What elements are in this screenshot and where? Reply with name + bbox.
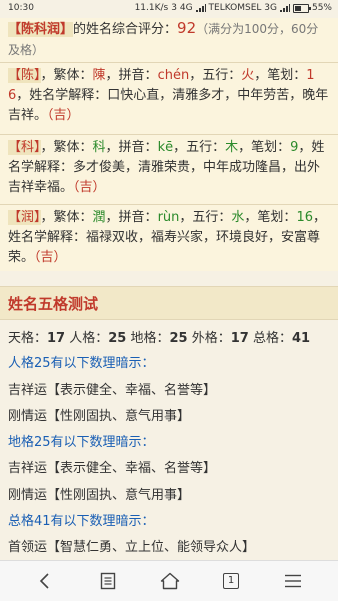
char1-trad: 陳 <box>92 68 106 83</box>
char3-trad-label: ，繁体： <box>40 210 93 225</box>
char1-wuxing: 火 <box>241 68 255 83</box>
char3-strokes: 16 <box>296 210 313 225</box>
wuge-line: 人格25有以下数理暗示： <box>8 356 155 371</box>
wuge-scores: 天格：17 人格：25 地格：25 外格：17 总格：41 <box>8 330 310 348</box>
wuge-section-header: 姓名五格测试 <box>0 286 338 320</box>
char2-trad: 科 <box>92 140 106 155</box>
char3-strokes-label: ，笔划： <box>244 210 297 225</box>
ren-label: 人格： <box>69 331 109 346</box>
wuge-title: 姓名五格测试 <box>8 295 99 313</box>
char2-luck: （吉） <box>73 180 106 195</box>
char-entry-2: 【科】，繁体：科，拼音：kē，五行：木，笔划：9，姓名学解释：多才俊美，清雅荣贵… <box>8 138 330 198</box>
back-button[interactable] <box>20 561 70 601</box>
tian-label: 天格： <box>8 331 48 346</box>
status-time: 10:30 <box>8 3 34 13</box>
char1-strokes-label: ，笔划： <box>254 68 307 83</box>
tian-value: 17 <box>47 331 66 346</box>
char2-pinyin-label: ，拼音： <box>105 140 158 155</box>
wuge-line: 首领运【智慧仁勇、立上位、能领导众人】 <box>8 540 256 555</box>
char2-wuxing: 木 <box>225 140 239 155</box>
wuge-line: 吉祥运【表示健全、幸福、名誉等】 <box>8 383 217 398</box>
summary-score: 92 <box>177 19 197 37</box>
char1-wuxing-label: ，五行： <box>189 68 242 83</box>
zong-label: 总格： <box>253 331 293 346</box>
char-entry-1: 【陈】，繁体：陳，拼音：chén，五行：火，笔划：16，姓名学解释：口快心直，清… <box>8 66 330 126</box>
wai-value: 17 <box>230 331 249 346</box>
status-speed: 11.1K/s <box>134 3 169 13</box>
char1-pinyin: chén <box>157 68 190 83</box>
wuge-line: 刚情运【性刚固执、意气用事】 <box>8 488 191 503</box>
battery-icon <box>292 3 311 13</box>
name-analysis-card: 【陈科润】的姓名综合评分：92（满分为100分，60分及格） 【陈】，繁体：陳，… <box>0 18 338 271</box>
char2-pinyin: kē <box>157 140 174 155</box>
reader-button[interactable] <box>83 561 133 601</box>
home-icon <box>160 572 180 590</box>
char3-name: 【润】 <box>8 210 41 225</box>
char3-pinyin-label: ，拼音： <box>105 210 158 225</box>
summary-text1: 的姓名综合评分： <box>73 22 178 37</box>
zong-value: 41 <box>292 331 311 346</box>
divider <box>0 62 338 63</box>
char3-wuxing-label: ，五行： <box>179 210 232 225</box>
summary-paragraph: 【陈科润】的姓名综合评分：92（满分为100分，60分及格） <box>8 18 330 61</box>
char-entry-3: 【润】，繁体：潤，拼音：rùn，五行：水，笔划：16，姓名学解释：福禄双收，福寿… <box>8 208 330 268</box>
status-network: 3 4G <box>171 3 193 13</box>
char2-trad-label: ，繁体： <box>40 140 93 155</box>
char1-pinyin-label: ，拼音： <box>105 68 158 83</box>
menu-button[interactable] <box>268 561 318 601</box>
summary-name: 【陈科润】 <box>8 22 74 37</box>
char2-strokes-label: ，笔划： <box>238 140 291 155</box>
wuge-line: 刚情运【性刚固执、意气用事】 <box>8 409 191 424</box>
wuge-line: 吉祥运【表示健全、幸福、名誉等】 <box>8 461 217 476</box>
signal-icon <box>195 4 206 12</box>
char3-luck: （吉） <box>34 250 67 265</box>
tabs-button[interactable]: 1 <box>206 561 256 601</box>
char1-luck: （吉） <box>47 108 80 123</box>
home-button[interactable] <box>145 561 195 601</box>
signal-icon-2 <box>279 4 290 12</box>
ren-value: 25 <box>108 331 127 346</box>
status-carrier: TELKOMSEL 3G <box>208 3 277 13</box>
char2-name: 【科】 <box>8 140 41 155</box>
status-battery: 55% <box>311 3 332 13</box>
wuge-line: 地格25有以下数理暗示： <box>8 435 155 450</box>
char1-name: 【陈】 <box>8 68 41 83</box>
wuge-line: 总格41有以下数理暗示： <box>8 514 155 529</box>
status-bar: 10:30 11.1K/s 3 4G TELKOMSEL 3G 55% <box>0 0 338 18</box>
menu-icon <box>285 574 301 588</box>
reader-icon <box>100 572 116 590</box>
divider <box>0 134 338 135</box>
back-icon <box>39 573 49 589</box>
char3-trad: 潤 <box>92 210 106 225</box>
browser-nav-bar: 1 <box>0 560 338 601</box>
tab-count: 1 <box>223 573 239 589</box>
status-right: 11.1K/s 3 4G TELKOMSEL 3G 55% <box>135 3 332 13</box>
char1-trad-label: ，繁体： <box>40 68 93 83</box>
wai-label: 外格： <box>191 331 231 346</box>
char2-wuxing-label: ，五行： <box>173 140 226 155</box>
divider <box>0 204 338 205</box>
di-label: 地格： <box>130 331 170 346</box>
char3-pinyin: rùn <box>157 210 180 225</box>
char3-wuxing: 水 <box>231 210 245 225</box>
di-value: 25 <box>169 331 188 346</box>
